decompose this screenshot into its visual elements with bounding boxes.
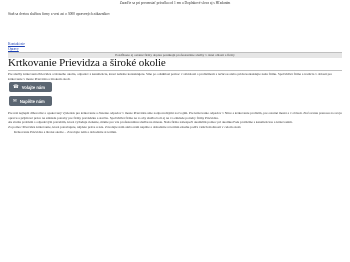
content-paragraph: Pre náš najlepší dlhoročné a opakovaný v… bbox=[8, 111, 342, 120]
write-us-label: Napíšte nám bbox=[19, 98, 45, 104]
title-divider bbox=[8, 70, 342, 71]
main-content: Pre náš najlepší dlhoročné a opakovaný v… bbox=[8, 111, 342, 135]
promo-line: Zaraďte sa pri prvomstať príručka od 1 e… bbox=[119, 1, 231, 5]
envelope-icon: ✉ bbox=[13, 98, 17, 103]
content-paragraph: Krtkovanie Prievidza a široké okolie – Z… bbox=[14, 129, 118, 134]
contact-link[interactable]: Kontakt nie bbox=[8, 42, 25, 46]
write-us-button[interactable]: ✉ Napíšte nám bbox=[9, 96, 52, 106]
intro-paragraph: Pre služby krtkovania Prievidza a široké… bbox=[8, 72, 332, 81]
services-link[interactable]: Opravy bbox=[8, 47, 19, 51]
top-promo-banner: Zaraďte sa pri prvomstať príručka od 1 e… bbox=[0, 1, 350, 5]
call-us-label: Volajte nám bbox=[21, 84, 45, 90]
page-title: Krtkovanie Prievidza a široké okolie bbox=[8, 57, 166, 69]
call-us-button[interactable]: ☎ Volajte nám bbox=[9, 82, 52, 92]
phone-icon: ☎ bbox=[13, 84, 19, 89]
hero-tagline: Staň sa dvetou službou firmy a vezi asi … bbox=[8, 12, 110, 16]
